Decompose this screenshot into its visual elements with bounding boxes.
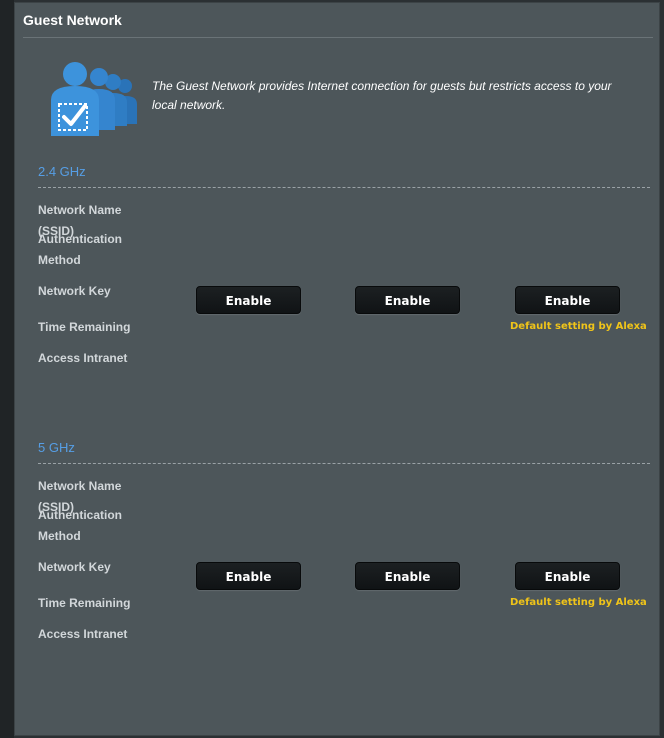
band-2g-auth-label-line1: Authentication [38,232,122,246]
left-sidebar-edge [0,0,14,738]
title-divider [23,37,653,38]
band-2g-enable-button-2[interactable]: Enable [355,286,460,314]
band-5g-enable-button-1[interactable]: Enable [196,562,301,590]
band-2g-title: 2.4 GHz [38,164,86,179]
guest-network-panel: Guest Network The Guest Network provides… [14,2,660,736]
band-2g-time-label: Time Remaining [38,320,131,334]
page-title: Guest Network [23,12,122,28]
band-5g-alexa-note: Default setting by Alexa [510,597,647,608]
band-2g-alexa-note: Default setting by Alexa [510,321,647,332]
band-5g-enable-button-2[interactable]: Enable [355,562,460,590]
band-5g-title: 5 GHz [38,440,75,455]
guest-users-icon [35,60,145,140]
band-2g-auth-label-line2: Method [38,253,81,267]
band-5g-enable-button-3[interactable]: Enable [515,562,620,590]
band-5g-time-label: Time Remaining [38,596,131,610]
band-2g-enable-button-3[interactable]: Enable [515,286,620,314]
band-5g-auth-label-line2: Method [38,529,81,543]
band-5g-divider [38,463,650,464]
band-2g-divider [38,187,650,188]
band-2g-enable-button-1[interactable]: Enable [196,286,301,314]
band-2g-intranet-label: Access Intranet [38,351,128,365]
band-2g-key-label: Network Key [38,284,111,298]
band-5g-auth-label-line1: Authentication [38,508,122,522]
intro-text: The Guest Network provides Internet conn… [152,79,612,112]
band-5g-intranet-label: Access Intranet [38,627,128,641]
band-5g-key-label: Network Key [38,560,111,574]
